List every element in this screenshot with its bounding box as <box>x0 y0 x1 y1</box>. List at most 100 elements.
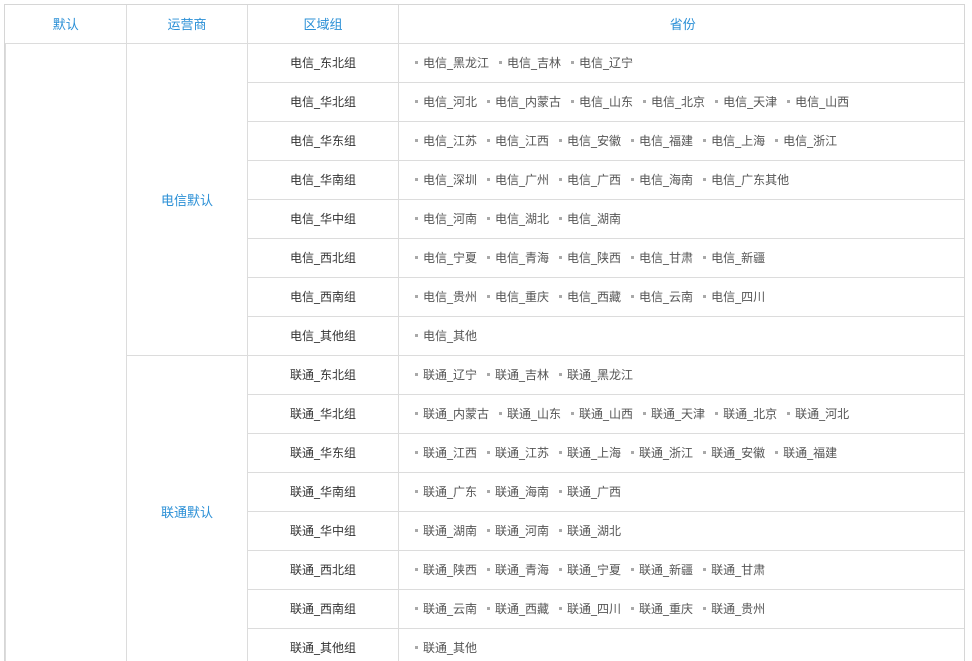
province-item[interactable]: 电信_上海 <box>703 132 765 149</box>
province-item[interactable]: 联通_甘肃 <box>703 561 765 578</box>
province-item[interactable]: 联通_江苏 <box>487 444 549 461</box>
province-item[interactable]: 联通_广西 <box>559 483 621 500</box>
province-item[interactable]: 电信_宁夏 <box>415 249 477 266</box>
province-item[interactable]: 电信_广东其他 <box>703 171 789 188</box>
province-item[interactable]: 联通_福建 <box>775 444 837 461</box>
province-item[interactable]: 联通_陕西 <box>415 561 477 578</box>
province-item[interactable]: 电信_海南 <box>631 171 693 188</box>
province-item[interactable]: 电信_湖北 <box>487 210 549 227</box>
region-group-cell[interactable]: 电信_华中组 <box>247 198 399 239</box>
carrier-cell[interactable]: 电信默认 <box>126 42 248 356</box>
province-item[interactable]: 联通_湖南 <box>415 522 477 539</box>
region-group-cell[interactable]: 联通_西北组 <box>247 549 399 590</box>
bullet-icon <box>775 139 779 142</box>
province-item[interactable]: 电信_辽宁 <box>571 54 633 71</box>
region-group-cell[interactable]: 联通_华南组 <box>247 471 399 512</box>
province-item[interactable]: 联通_辽宁 <box>415 366 477 383</box>
region-group-cell[interactable]: 电信_东北组 <box>247 42 399 83</box>
province-item[interactable]: 电信_贵州 <box>415 288 477 305</box>
province-item[interactable]: 联通_吉林 <box>487 366 549 383</box>
province-item[interactable]: 电信_天津 <box>715 93 777 110</box>
province-label: 电信_山西 <box>795 95 850 109</box>
province-item[interactable]: 电信_广州 <box>487 171 549 188</box>
province-item[interactable]: 联通_西藏 <box>487 600 549 617</box>
province-item[interactable]: 电信_内蒙古 <box>487 93 561 110</box>
province-item[interactable]: 电信_新疆 <box>703 249 765 266</box>
province-item[interactable]: 电信_黑龙江 <box>415 54 489 71</box>
region-group-cell[interactable]: 电信_华东组 <box>247 120 399 161</box>
province-item[interactable]: 电信_广西 <box>559 171 621 188</box>
province-label: 联通_天津 <box>651 407 706 421</box>
province-item[interactable]: 电信_云南 <box>631 288 693 305</box>
province-item[interactable]: 联通_河南 <box>487 522 549 539</box>
region-group-cell[interactable]: 电信_西北组 <box>247 237 399 278</box>
province-item[interactable]: 电信_湖南 <box>559 210 621 227</box>
region-group-cell[interactable]: 电信_西南组 <box>247 276 399 317</box>
region-group-cell[interactable]: 联通_华东组 <box>247 432 399 473</box>
province-item[interactable]: 电信_西藏 <box>559 288 621 305</box>
province-item[interactable]: 电信_河北 <box>415 93 477 110</box>
province-item[interactable]: 联通_黑龙江 <box>559 366 633 383</box>
header-province[interactable]: 省份 <box>398 5 964 44</box>
province-item[interactable]: 电信_江苏 <box>415 132 477 149</box>
province-item[interactable]: 联通_上海 <box>559 444 621 461</box>
province-item[interactable]: 联通_河北 <box>787 405 849 422</box>
province-item[interactable]: 联通_宁夏 <box>559 561 621 578</box>
province-item[interactable]: 联通_天津 <box>643 405 705 422</box>
province-item[interactable]: 联通_江西 <box>415 444 477 461</box>
province-label: 电信_江苏 <box>423 134 478 148</box>
region-group-cell[interactable]: 联通_东北组 <box>247 354 399 395</box>
province-item[interactable]: 联通_贵州 <box>703 600 765 617</box>
header-region-group[interactable]: 区域组 <box>247 5 399 44</box>
bullet-icon <box>415 178 418 181</box>
province-item[interactable]: 联通_新疆 <box>631 561 693 578</box>
province-item[interactable]: 联通_安徽 <box>703 444 765 461</box>
province-list-cell: 联通_辽宁 联通_吉林 联通_黑龙江 <box>398 354 964 395</box>
region-group-cell[interactable]: 联通_华中组 <box>247 510 399 551</box>
province-item[interactable]: 联通_四川 <box>559 600 621 617</box>
province-item[interactable]: 联通_青海 <box>487 561 549 578</box>
province-item[interactable]: 电信_福建 <box>631 132 693 149</box>
province-label: 电信_湖南 <box>567 212 622 226</box>
province-item[interactable]: 电信_深圳 <box>415 171 477 188</box>
province-item[interactable]: 联通_山东 <box>499 405 561 422</box>
province-item[interactable]: 电信_河南 <box>415 210 477 227</box>
region-group-cell[interactable]: 电信_华北组 <box>247 81 399 122</box>
province-item[interactable]: 联通_海南 <box>487 483 549 500</box>
province-item[interactable]: 电信_北京 <box>643 93 705 110</box>
province-item[interactable]: 电信_四川 <box>703 288 765 305</box>
province-item[interactable]: 电信_浙江 <box>775 132 837 149</box>
region-group-cell[interactable]: 电信_其他组 <box>247 315 399 356</box>
bullet-icon <box>559 373 563 376</box>
header-carrier[interactable]: 运营商 <box>126 5 248 44</box>
province-item[interactable]: 电信_山东 <box>571 93 633 110</box>
bullet-icon <box>631 568 635 571</box>
province-item[interactable]: 电信_陕西 <box>559 249 621 266</box>
province-item[interactable]: 电信_安徽 <box>559 132 621 149</box>
region-group-cell[interactable]: 联通_其他组 <box>247 627 399 661</box>
province-item[interactable]: 电信_吉林 <box>499 54 561 71</box>
bullet-icon <box>559 529 563 532</box>
province-label: 电信_海南 <box>639 173 694 187</box>
province-item[interactable]: 电信_江西 <box>487 132 549 149</box>
province-item[interactable]: 电信_山西 <box>787 93 849 110</box>
province-item[interactable]: 联通_其他 <box>415 639 477 656</box>
province-item[interactable]: 联通_山西 <box>571 405 633 422</box>
province-item[interactable]: 联通_广东 <box>415 483 477 500</box>
province-item[interactable]: 联通_北京 <box>715 405 777 422</box>
header-default[interactable]: 默认 <box>5 5 127 44</box>
province-item[interactable]: 联通_内蒙古 <box>415 405 489 422</box>
province-item[interactable]: 电信_重庆 <box>487 288 549 305</box>
province-item[interactable]: 电信_甘肃 <box>631 249 693 266</box>
province-item[interactable]: 电信_其他 <box>415 327 477 344</box>
province-item[interactable]: 联通_云南 <box>415 600 477 617</box>
region-group-cell[interactable]: 联通_西南组 <box>247 588 399 629</box>
province-item[interactable]: 联通_浙江 <box>631 444 693 461</box>
province-label: 电信_福建 <box>639 134 694 148</box>
province-item[interactable]: 电信_青海 <box>487 249 549 266</box>
province-item[interactable]: 联通_重庆 <box>631 600 693 617</box>
province-item[interactable]: 联通_湖北 <box>559 522 621 539</box>
region-group-cell[interactable]: 电信_华南组 <box>247 159 399 200</box>
carrier-cell[interactable]: 联通默认 <box>126 354 248 661</box>
region-group-cell[interactable]: 联通_华北组 <box>247 393 399 434</box>
